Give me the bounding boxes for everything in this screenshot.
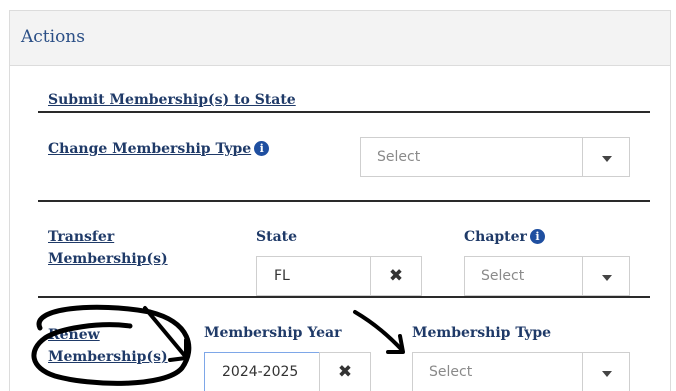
divider — [38, 296, 650, 298]
state-value: FL — [274, 268, 290, 284]
chapter-label: Chapter i — [464, 229, 545, 245]
clear-state-button[interactable]: ✖ — [370, 256, 422, 296]
submit-membership-link[interactable]: Submit Membership(s) to State — [48, 89, 296, 111]
chevron-down-icon — [602, 156, 612, 162]
transfer-label-line1: Transfer — [48, 229, 115, 245]
select-value: Select — [481, 268, 525, 284]
info-icon[interactable]: i — [529, 229, 545, 244]
close-icon: ✖ — [337, 362, 353, 382]
chevron-down-icon — [602, 371, 612, 377]
chapter-label-text: Chapter — [464, 229, 527, 245]
clear-year-button[interactable]: ✖ — [319, 352, 371, 391]
divider — [38, 200, 650, 202]
change-membership-type-link[interactable]: Change Membership Type i — [48, 138, 270, 160]
info-icon[interactable]: i — [254, 141, 270, 156]
close-icon: ✖ — [388, 266, 404, 286]
select-value: Select — [377, 149, 421, 165]
membership-type-select[interactable]: Select — [360, 137, 630, 177]
renew-label-line1: Renew — [48, 327, 100, 343]
renew-label-line2: Membership(s) — [48, 349, 168, 365]
renew-membership-type-label: Membership Type — [412, 325, 552, 341]
membership-year-label: Membership Year — [204, 325, 342, 341]
dropdown-toggle[interactable] — [582, 138, 629, 176]
dropdown-toggle[interactable] — [582, 257, 629, 295]
renew-membership-type-select[interactable]: Select — [412, 352, 630, 391]
renew-membership-link[interactable]: Renew Membership(s) — [48, 324, 168, 368]
panel-header: Actions — [10, 11, 670, 66]
state-input[interactable]: FL — [256, 256, 371, 296]
dropdown-toggle[interactable] — [582, 353, 629, 391]
membership-year-input[interactable]: 2024-2025 — [204, 352, 320, 391]
chapter-select[interactable]: Select — [464, 256, 630, 296]
panel-title: Actions — [21, 27, 85, 47]
membership-year-value: 2024-2025 — [222, 364, 299, 380]
select-value: Select — [429, 364, 473, 380]
state-label: State — [256, 229, 298, 245]
change-membership-type-label: Change Membership Type — [48, 141, 252, 157]
transfer-label-line2: Membership(s) — [48, 251, 168, 267]
transfer-membership-link[interactable]: Transfer Membership(s) — [48, 226, 168, 270]
divider — [38, 111, 650, 113]
chevron-down-icon — [602, 275, 612, 281]
